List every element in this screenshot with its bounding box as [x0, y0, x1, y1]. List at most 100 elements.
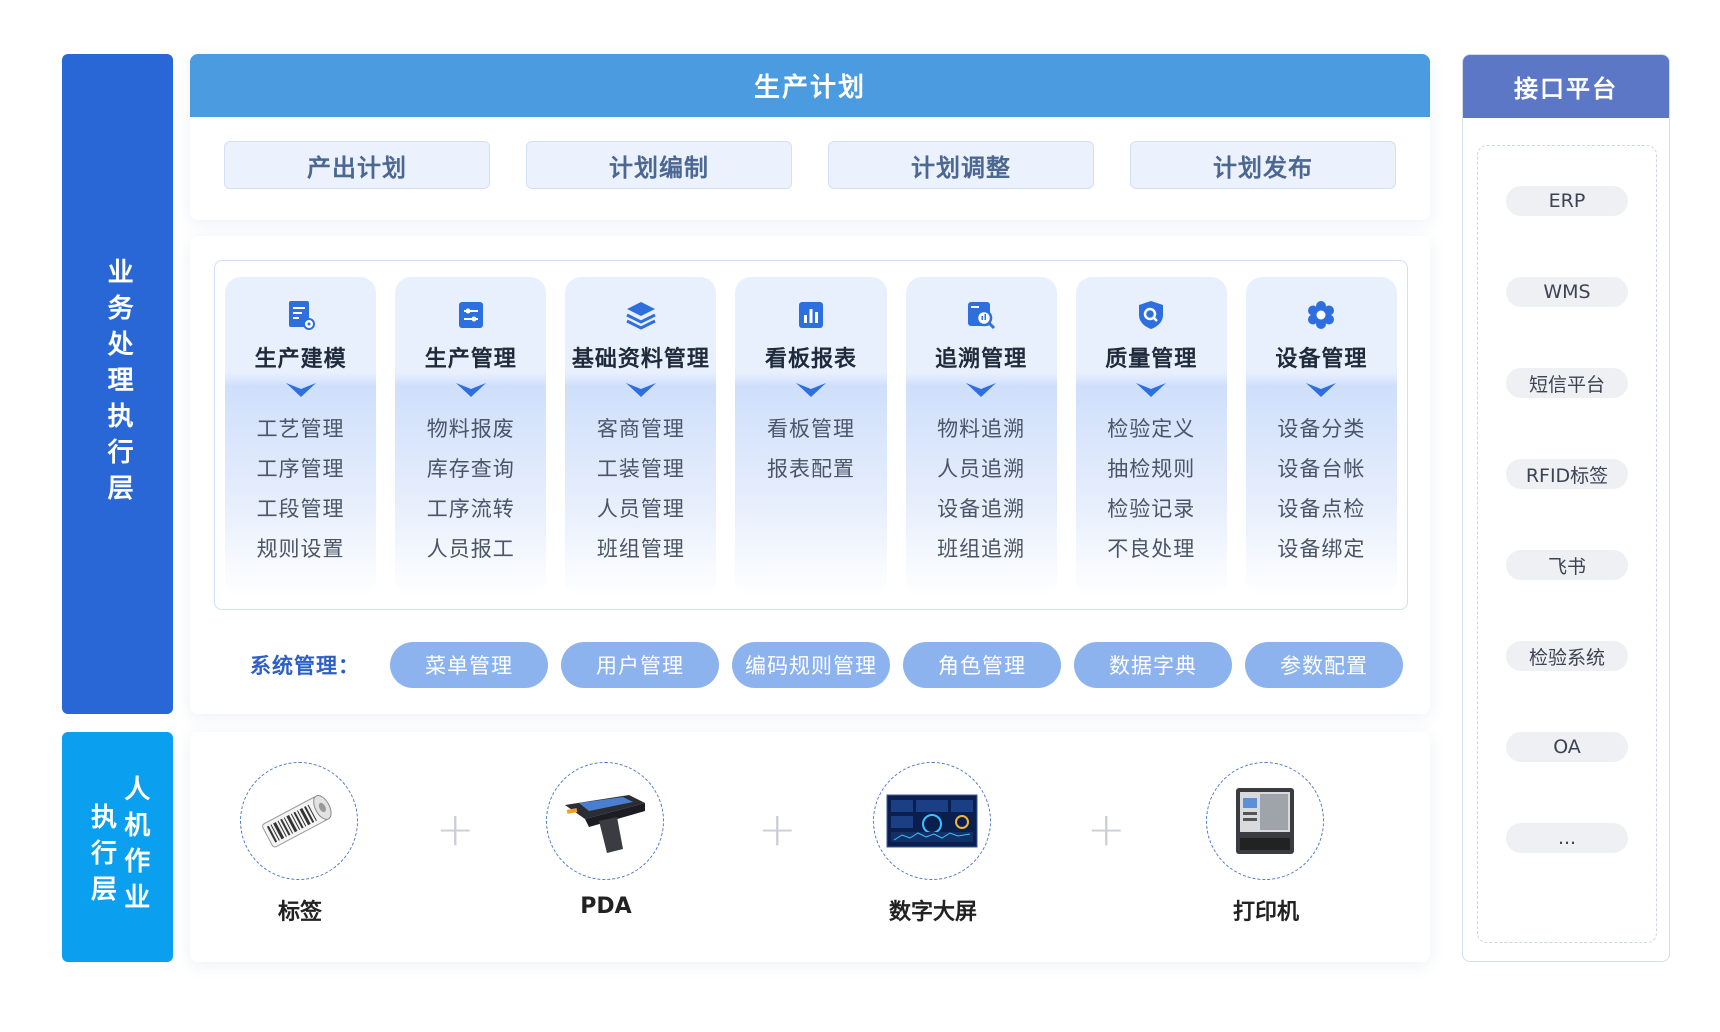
module-item[interactable]: 物料追溯	[906, 409, 1057, 449]
device-name: 数字大屏	[888, 900, 977, 925]
system-item[interactable]: 参数配置	[1245, 642, 1403, 688]
module-item[interactable]: 不良处理	[1076, 529, 1227, 569]
plan-item[interactable]: 产出计划	[224, 141, 490, 189]
module-item[interactable]: 客商管理	[565, 409, 716, 449]
business-layer-text: 业务处理执行层	[103, 258, 134, 510]
device-name: 标签	[277, 900, 322, 925]
interface-item[interactable]: WMS	[1506, 277, 1628, 307]
module-item[interactable]: 设备点检	[1246, 489, 1397, 529]
module-title: 质量管理	[1105, 347, 1198, 372]
module-item[interactable]: 设备追溯	[906, 489, 1057, 529]
module-item[interactable]: 设备分类	[1246, 409, 1397, 449]
chevron-down-icon	[906, 383, 1057, 397]
interface-item[interactable]: 短信平台	[1506, 368, 1628, 398]
module-item[interactable]: 人员追溯	[906, 449, 1057, 489]
module-item[interactable]: 工序管理	[225, 449, 376, 489]
module-item[interactable]: 库存查询	[395, 449, 546, 489]
chevron-down-icon	[395, 383, 546, 397]
modules-panel: 生产建模 工艺管理 工序管理 工段管理 规则设置 生产管理 物料报废 库存查询 工序流转 人员报工…	[190, 236, 1430, 714]
system-item[interactable]: 编码规则管理	[732, 642, 890, 688]
interface-item[interactable]: OA	[1506, 732, 1628, 762]
module-title: 追溯管理	[935, 347, 1028, 372]
bar-chart-icon	[735, 299, 886, 333]
plus-sign: +	[1087, 802, 1126, 856]
module-item[interactable]: 工艺管理	[225, 409, 376, 449]
module-card[interactable]: 追溯管理物料追溯 人员追溯 设备追溯 班组追溯	[905, 277, 1057, 597]
module-item[interactable]: 检验记录	[1076, 489, 1227, 529]
production-plan-title: 生产计划	[190, 54, 1430, 117]
interface-item[interactable]: 检验系统	[1506, 641, 1628, 671]
label-roll-icon	[240, 762, 358, 880]
module-card[interactable]: 看板报表看板管理 报表配置	[735, 277, 887, 597]
module-item[interactable]: 物料报废	[395, 409, 546, 449]
module-item[interactable]: 工装管理	[565, 449, 716, 489]
module-item[interactable]: 班组追溯	[906, 529, 1057, 569]
device-name: PDA	[580, 894, 632, 919]
interface-platform-title: 接口平台	[1463, 55, 1669, 118]
module-title: 看板报表	[764, 347, 857, 372]
printer-icon	[1206, 762, 1324, 880]
module-title: 生产管理	[424, 347, 517, 372]
module-title: 设备管理	[1275, 347, 1368, 372]
system-item[interactable]: 数据字典	[1074, 642, 1232, 688]
module-item[interactable]: 看板管理	[735, 409, 886, 449]
hmi-layer-text-2: 执行层	[86, 803, 117, 911]
device-digital-screen[interactable]: 数字大屏	[873, 762, 993, 926]
modules-frame: 生产建模 工艺管理 工序管理 工段管理 规则设置 生产管理 物料报废 库存查询 工序流转 人员报工…	[214, 260, 1408, 610]
chevron-down-icon	[735, 383, 886, 397]
module-item[interactable]: 设备绑定	[1246, 529, 1397, 569]
chevron-down-icon	[225, 383, 376, 397]
chevron-down-icon	[1076, 383, 1227, 397]
hmi-layer-text-1: 人机作业	[119, 775, 150, 919]
dashboard-screen-icon	[873, 762, 991, 880]
interface-list: ERP WMS 短信平台 RFID标签 飞书 检验系统 OA ...	[1477, 145, 1657, 943]
plan-item[interactable]: 计划发布	[1130, 141, 1396, 189]
module-item[interactable]: 工段管理	[225, 489, 376, 529]
module-item[interactable]: 人员管理	[565, 489, 716, 529]
system-management-label: 系统管理：	[250, 654, 360, 678]
sliders-icon	[395, 299, 546, 333]
chevron-down-icon	[1246, 383, 1397, 397]
system-item[interactable]: 角色管理	[903, 642, 1061, 688]
production-plan-panel: 生产计划 产出计划 计划编制 计划调整 计划发布	[190, 54, 1430, 220]
chevron-down-icon	[565, 383, 716, 397]
module-item[interactable]: 报表配置	[735, 449, 886, 489]
module-card[interactable]: 生产建模工艺管理 工序管理 工段管理 规则设置	[225, 277, 377, 597]
system-item[interactable]: 菜单管理	[390, 642, 548, 688]
gear-icon	[1246, 299, 1397, 333]
module-item[interactable]: 人员报工	[395, 529, 546, 569]
shield-search-icon	[1076, 299, 1227, 333]
module-item[interactable]: 设备台帐	[1246, 449, 1397, 489]
plus-sign: +	[758, 802, 797, 856]
device-label[interactable]: 标签	[240, 762, 360, 926]
module-card[interactable]: 设备管理设备分类 设备台帐 设备点检 设备绑定	[1245, 277, 1397, 597]
module-item[interactable]: 抽检规则	[1076, 449, 1227, 489]
device-pda[interactable]: PDA	[546, 762, 666, 919]
trace-search-icon	[906, 299, 1057, 333]
module-title: 生产建模	[254, 347, 347, 372]
business-layer-label: 业务处理执行层	[62, 54, 173, 714]
pda-scanner-icon	[546, 762, 664, 880]
hmi-devices-panel: 标签 + PDA + 数字大屏 + 打印机	[190, 732, 1430, 962]
module-item[interactable]: 工序流转	[395, 489, 546, 529]
interface-item[interactable]: ERP	[1506, 186, 1628, 216]
module-item[interactable]: 规则设置	[225, 529, 376, 569]
plan-item[interactable]: 计划调整	[828, 141, 1094, 189]
hmi-layer-label: 人机作业 执行层	[62, 732, 173, 962]
module-item[interactable]: 检验定义	[1076, 409, 1227, 449]
system-management-row: 系统管理： 菜单管理 用户管理 编码规则管理 角色管理 数据字典 参数配置	[250, 642, 1416, 688]
module-card[interactable]: 基础资料管理客商管理 工装管理 人员管理 班组管理	[565, 277, 717, 597]
system-item[interactable]: 用户管理	[561, 642, 719, 688]
interface-platform: 接口平台 ERP WMS 短信平台 RFID标签 飞书 检验系统 OA ...	[1462, 54, 1670, 962]
device-printer[interactable]: 打印机	[1206, 762, 1326, 926]
interface-item[interactable]: 飞书	[1506, 550, 1628, 580]
interface-item[interactable]: RFID标签	[1506, 459, 1628, 489]
module-card[interactable]: 生产管理物料报废 库存查询 工序流转 人员报工	[395, 277, 547, 597]
module-item[interactable]: 班组管理	[565, 529, 716, 569]
plan-item[interactable]: 计划编制	[526, 141, 792, 189]
module-card[interactable]: 质量管理检验定义 抽检规则 检验记录 不良处理	[1075, 277, 1227, 597]
plus-sign: +	[436, 802, 475, 856]
layers-icon	[565, 299, 716, 333]
interface-item[interactable]: ...	[1506, 823, 1628, 853]
module-title: 基础资料管理	[571, 347, 710, 372]
